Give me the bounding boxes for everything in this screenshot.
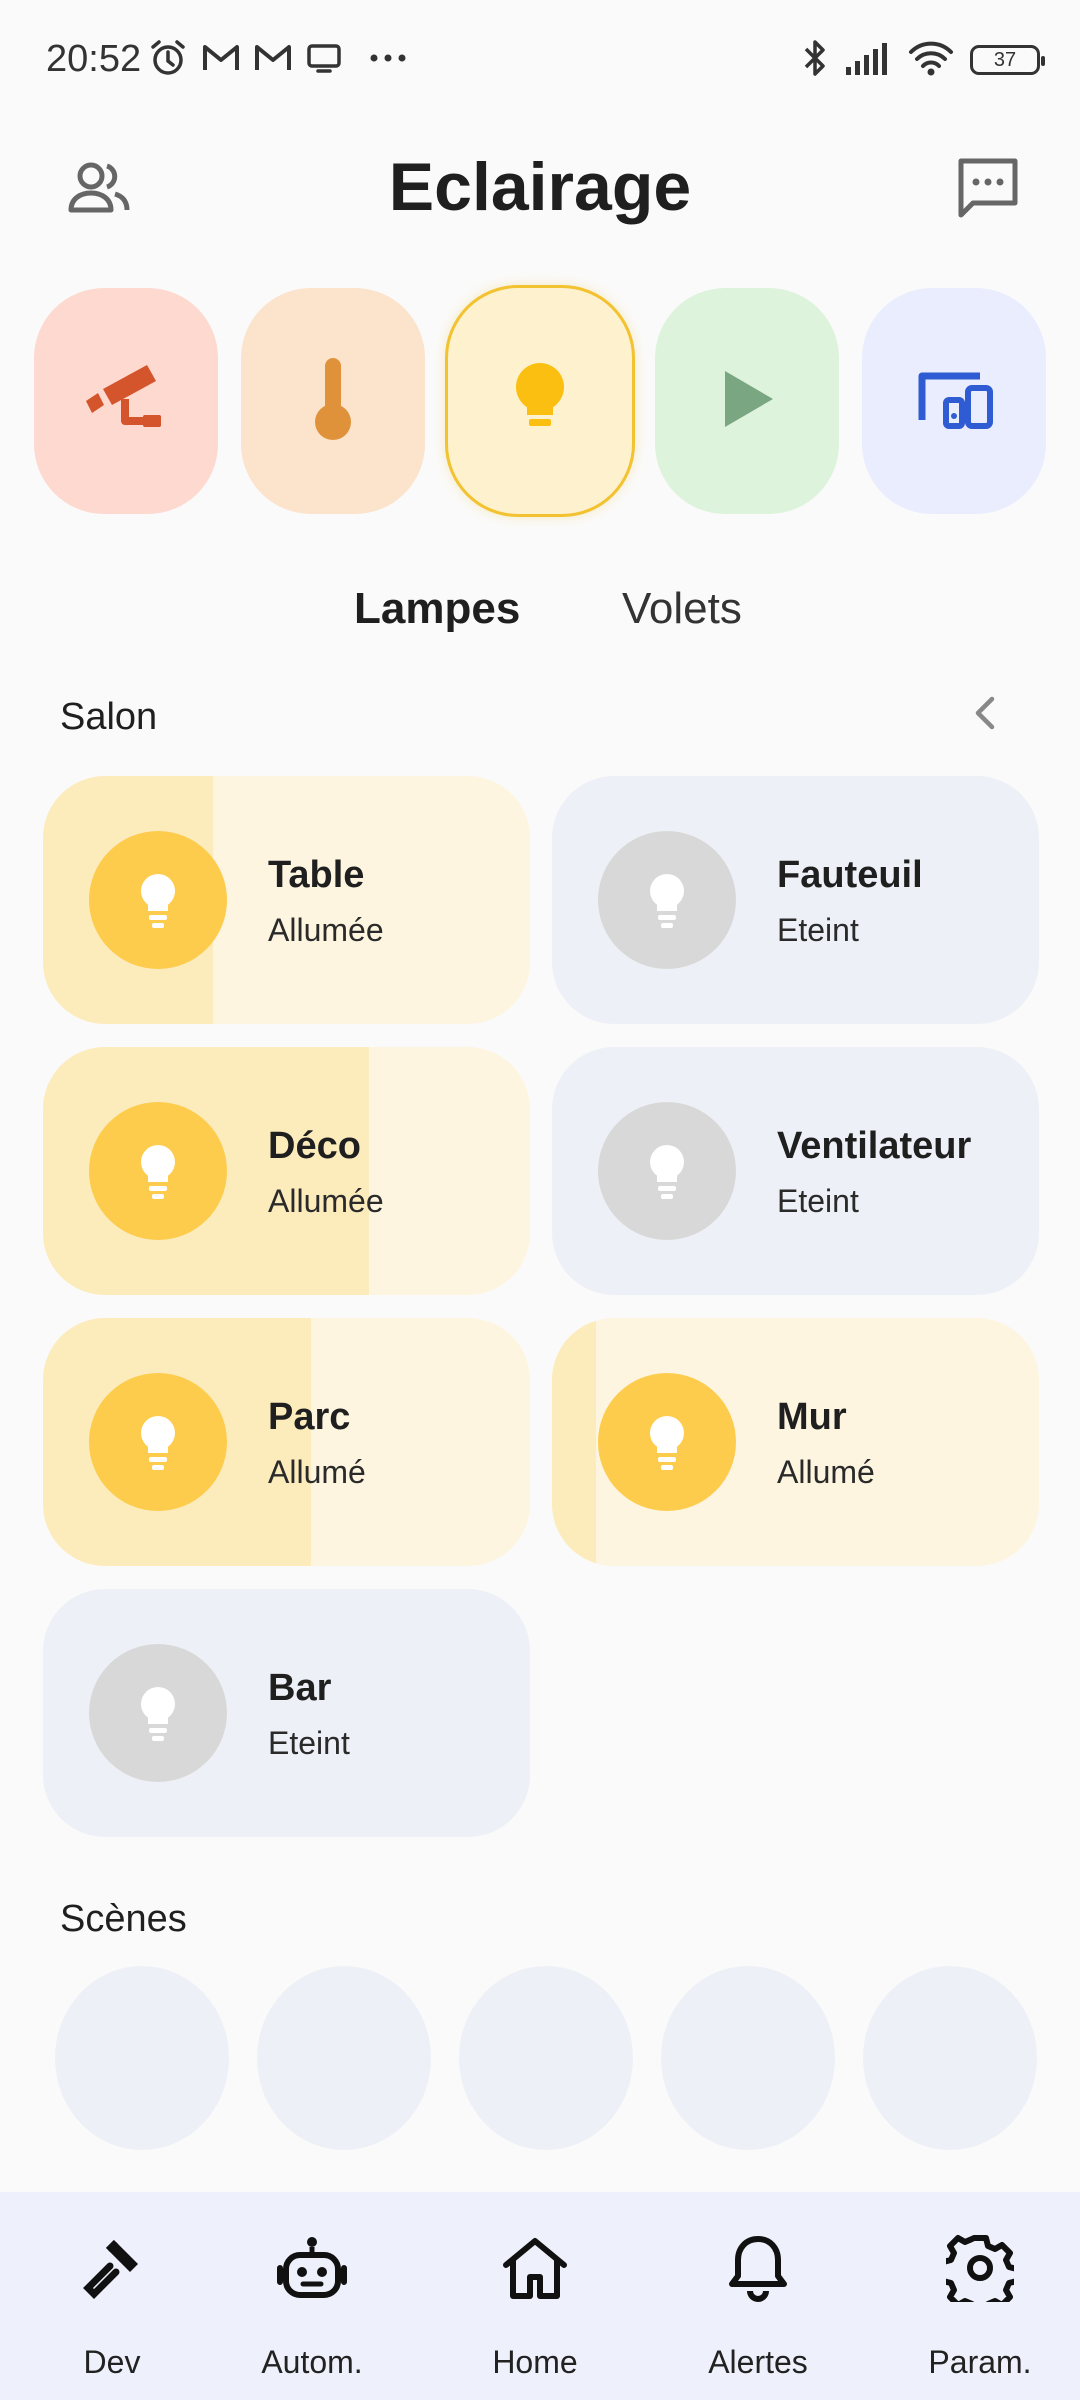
- battery-icon: 37: [970, 45, 1045, 75]
- bulb-icon: [89, 831, 227, 969]
- light-tile-fauteuil[interactable]: Fauteuil Eteint: [552, 776, 1039, 1024]
- signal-icon: [844, 41, 892, 80]
- category-temperature[interactable]: [241, 288, 425, 514]
- light-state: Allumée: [268, 1183, 384, 1219]
- bulb-icon: [598, 1102, 736, 1240]
- light-state: Allumée: [268, 912, 384, 948]
- light-state: Eteint: [777, 1183, 859, 1219]
- light-tile-parc[interactable]: Parc Allumé: [43, 1318, 530, 1566]
- cast-icon: [306, 42, 342, 79]
- room-title: Salon: [60, 696, 158, 738]
- hammer-icon: [72, 2228, 152, 2308]
- bell-icon: [718, 2228, 798, 2308]
- status-time: 20:52: [46, 38, 142, 80]
- gmail-icon: [254, 42, 292, 79]
- nav-label: Alertes: [708, 2344, 808, 2380]
- wifi-icon: [908, 40, 954, 81]
- scene-button[interactable]: [863, 1966, 1037, 2150]
- security-camera-icon: [81, 359, 171, 444]
- nav-label: Dev: [83, 2344, 141, 2380]
- scene-button[interactable]: [257, 1966, 431, 2150]
- bluetooth-icon: [802, 38, 828, 83]
- brightness-fill: [552, 1318, 596, 1566]
- gmail-icon: [202, 42, 240, 79]
- nav-home[interactable]: Home: [440, 2192, 630, 2400]
- light-state: Allumé: [777, 1454, 875, 1490]
- bulb-icon: [89, 1373, 227, 1511]
- alarm-icon: [148, 38, 188, 83]
- nav-dev[interactable]: Dev: [17, 2192, 207, 2400]
- light-tile-deco[interactable]: Déco Allumée: [43, 1047, 530, 1295]
- light-name: Ventilateur: [777, 1125, 972, 1167]
- tabs: Lampes Volets: [0, 584, 1080, 654]
- chat-button[interactable]: [948, 150, 1028, 230]
- light-name: Parc: [268, 1396, 351, 1438]
- category-selector: [34, 288, 1046, 516]
- collapse-button[interactable]: [960, 690, 1010, 740]
- light-name: Table: [268, 854, 365, 896]
- bulb-icon: [598, 1373, 736, 1511]
- nav-param[interactable]: Param.: [885, 2192, 1075, 2400]
- light-tile-mur[interactable]: Mur Allumé: [552, 1318, 1039, 1566]
- light-name: Mur: [777, 1396, 847, 1438]
- bulb-icon: [510, 359, 570, 444]
- light-tile-bar[interactable]: Bar Eteint: [43, 1589, 530, 1837]
- devices-icon: [912, 364, 996, 439]
- gear-icon: [940, 2228, 1020, 2308]
- home-icon: [495, 2228, 575, 2308]
- nav-alertes[interactable]: Alertes: [663, 2192, 853, 2400]
- scene-button[interactable]: [459, 1966, 633, 2150]
- category-media[interactable]: [655, 288, 839, 514]
- battery-level: 37: [993, 48, 1017, 71]
- bulb-icon: [598, 831, 736, 969]
- bulb-icon: [89, 1644, 227, 1782]
- category-devices[interactable]: [862, 288, 1046, 514]
- light-state: Eteint: [268, 1725, 350, 1761]
- tab-volets[interactable]: Volets: [622, 584, 742, 634]
- light-tile-ventilateur[interactable]: Ventilateur Eteint: [552, 1047, 1039, 1295]
- light-state: Eteint: [777, 912, 859, 948]
- status-bar: 20:52 37: [0, 0, 1080, 120]
- status-right-icons: 37: [802, 36, 1045, 84]
- nav-label: Autom.: [261, 2344, 363, 2380]
- category-lighting[interactable]: [448, 288, 632, 514]
- nav-label: Param.: [928, 2344, 1032, 2380]
- light-tile-table[interactable]: Table Allumée: [43, 776, 530, 1024]
- nav-label: Home: [492, 2344, 578, 2380]
- page-title: Eclairage: [388, 149, 692, 225]
- scene-button[interactable]: [55, 1966, 229, 2150]
- scene-button[interactable]: [661, 1966, 835, 2150]
- bulb-icon: [89, 1102, 227, 1240]
- category-security[interactable]: [34, 288, 218, 514]
- tab-lampes[interactable]: Lampes: [354, 584, 520, 634]
- bottom-navigation: Dev Autom. Home Alertes Param.: [0, 2192, 1080, 2400]
- play-icon: [717, 367, 777, 436]
- light-name: Fauteuil: [777, 854, 923, 896]
- status-left-icons: [148, 38, 408, 82]
- chat-icon: [955, 155, 1021, 226]
- scenes-list: [55, 1966, 1037, 2150]
- app-header: Eclairage: [0, 130, 1080, 240]
- thermometer-icon: [308, 354, 358, 449]
- more-dots-icon: [368, 51, 408, 69]
- light-name: Bar: [268, 1667, 332, 1709]
- light-name: Déco: [268, 1125, 361, 1167]
- light-state: Allumé: [268, 1454, 366, 1490]
- nav-autom[interactable]: Autom.: [217, 2192, 407, 2400]
- robot-icon: [272, 2228, 352, 2308]
- chevron-left-icon: [970, 693, 1000, 738]
- scenes-title: Scènes: [60, 1898, 187, 1940]
